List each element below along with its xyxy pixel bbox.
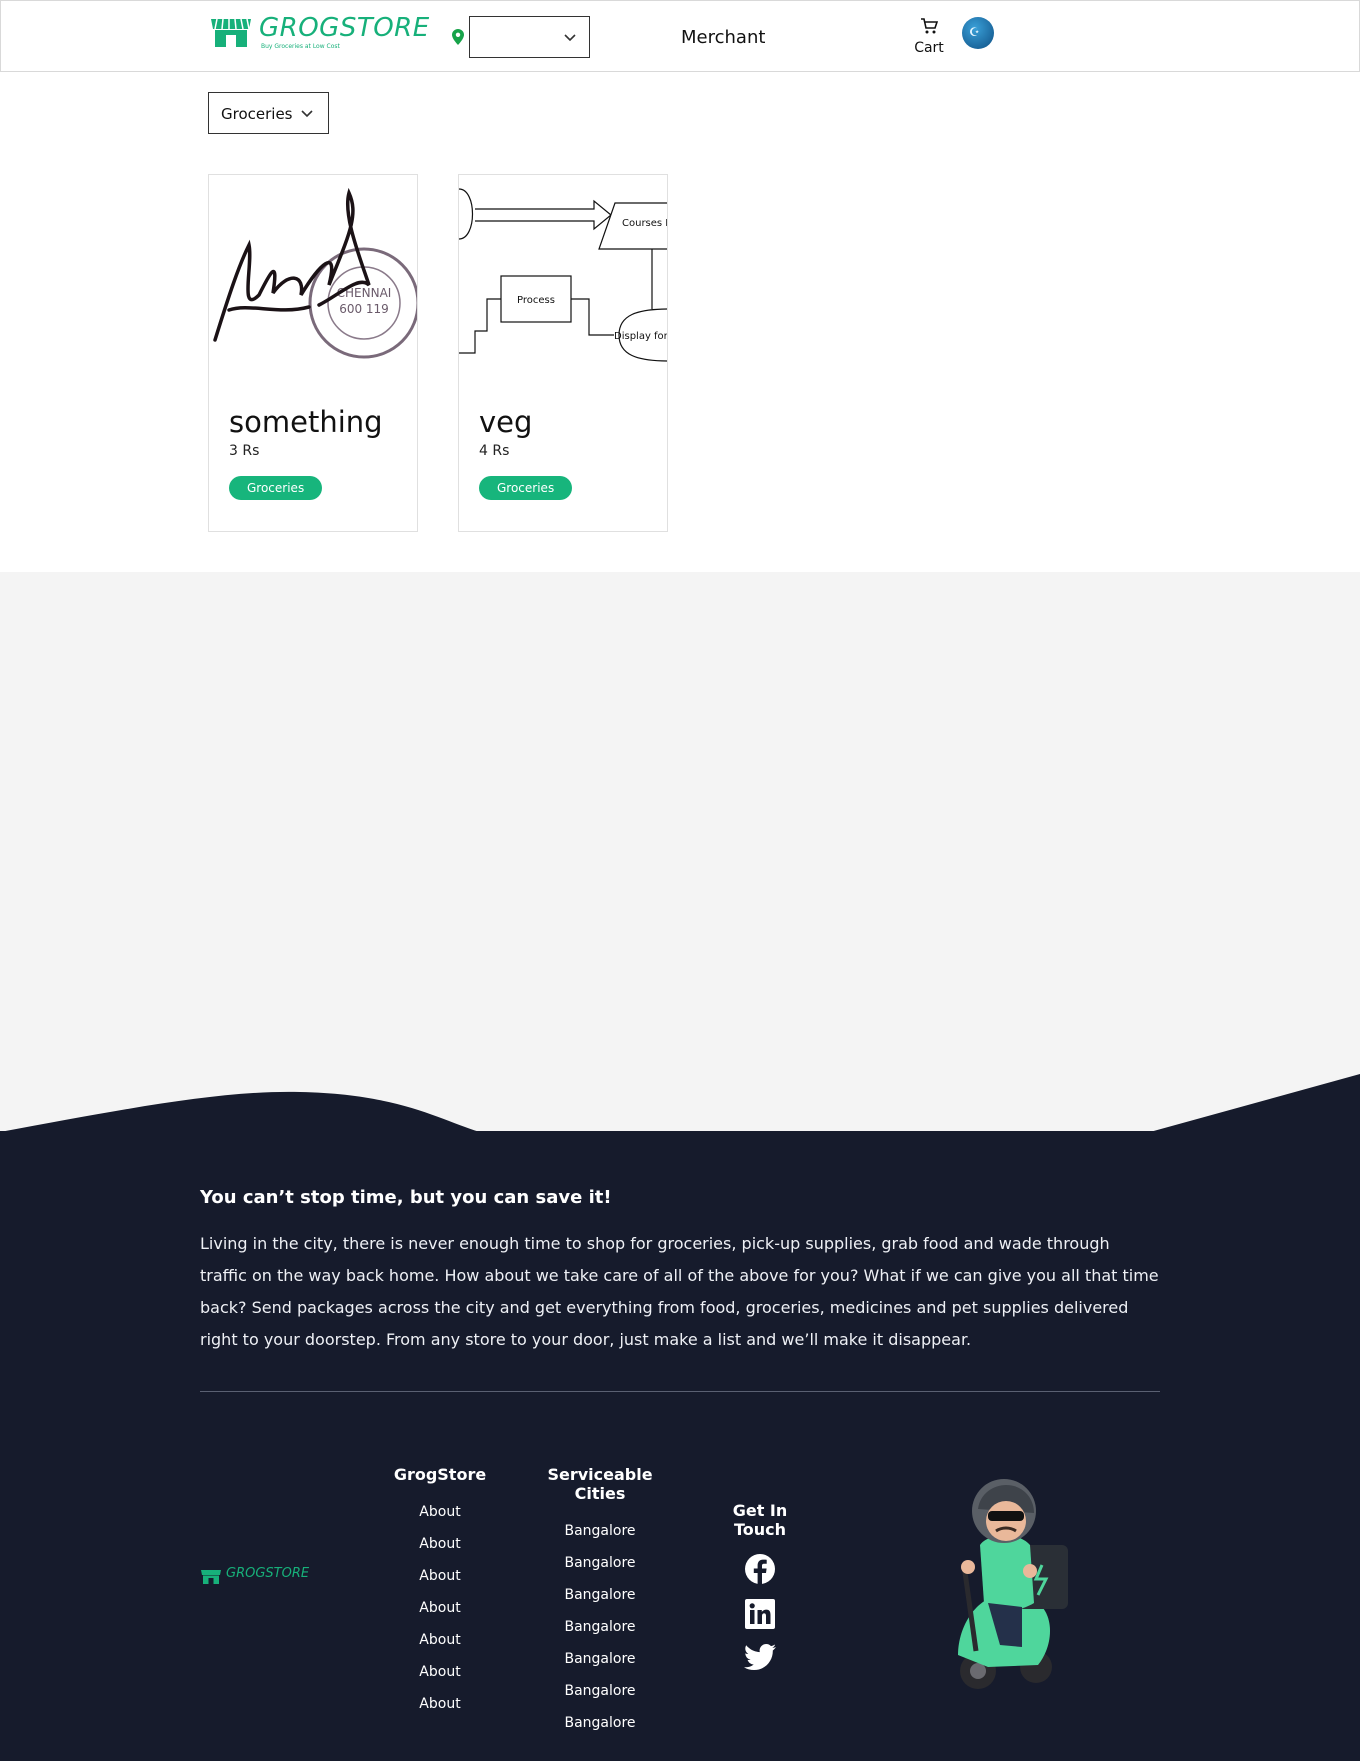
footer-divider (200, 1391, 1160, 1392)
product-name: something (229, 405, 383, 439)
location-pin-icon (452, 29, 464, 45)
footer-column-grogstore: GrogStore About About About About About … (392, 1465, 488, 1720)
footer-link-city[interactable]: Bangalore (528, 1515, 672, 1547)
brand-tagline: Buy Groceries at Low Cost (261, 43, 340, 50)
footer-link-about[interactable]: About (392, 1496, 488, 1528)
footer-link-about[interactable]: About (392, 1592, 488, 1624)
product-price: 4 Rs (479, 443, 510, 459)
signature-stamp-image: CHENNAI 600 119 (213, 187, 417, 359)
grogstore-logo[interactable]: GROGSTORE Buy Groceries at Low Cost (209, 13, 429, 53)
footer-link-about[interactable]: About (392, 1688, 488, 1720)
category-badge[interactable]: Groceries (479, 476, 573, 500)
product-price: 3 Rs (229, 443, 260, 459)
footer-link-city[interactable]: Bangalore (528, 1579, 672, 1611)
twitter-icon[interactable] (744, 1643, 776, 1671)
merchant-link[interactable]: Merchant (681, 27, 765, 48)
user-avatar[interactable]: ☪ (962, 17, 994, 49)
chevron-down-icon (301, 110, 313, 118)
category-badge[interactable]: Groceries (229, 476, 323, 500)
delivery-rider-illustration (958, 1479, 1068, 1689)
diagram-label-process: Process (517, 295, 555, 306)
site-footer: You can’t stop time, but you can save it… (0, 1131, 1360, 1761)
chevron-down-icon (564, 34, 576, 42)
top-navbar: GROGSTORE Buy Groceries at Low Cost Merc… (0, 0, 1360, 72)
footer-link-city[interactable]: Bangalore (528, 1675, 672, 1707)
storefront-icon (211, 18, 251, 47)
footer-link-city[interactable]: Bangalore (528, 1643, 672, 1675)
footer-column-cities: Serviceable Cities Bangalore Bangalore B… (528, 1465, 672, 1739)
footer-link-about[interactable]: About (392, 1656, 488, 1688)
footer-heading: You can’t stop time, but you can save it… (200, 1187, 612, 1208)
stamp-pin: 600 119 (339, 302, 389, 316)
brand-name: GROGSTORE (259, 13, 430, 43)
flowchart-image: Courses Da Process Display for C (459, 188, 667, 362)
product-image: CHENNAI 600 119 (209, 175, 417, 365)
product-card[interactable]: Courses Da Process Display for C veg 4 R… (458, 174, 668, 532)
footer-brand-name: GROGSTORE (226, 1566, 310, 1581)
cart-button[interactable]: Cart (913, 17, 945, 56)
footer-description: Living in the city, there is never enoug… (200, 1234, 1159, 1349)
footer-link-about[interactable]: About (392, 1560, 488, 1592)
cart-label: Cart (914, 40, 944, 56)
footer-logo[interactable]: GROGSTORE (200, 1566, 310, 1590)
product-card[interactable]: CHENNAI 600 119 something 3 Rs Groceries (208, 174, 418, 532)
facebook-icon[interactable] (744, 1553, 776, 1585)
location-select[interactable] (469, 16, 590, 58)
product-name: veg (479, 405, 533, 439)
column-title: GrogStore (393, 1465, 487, 1484)
storefront-icon (201, 1570, 221, 1584)
diagram-label-courses: Courses Da (622, 218, 667, 229)
footer-link-city[interactable]: Bangalore (528, 1611, 672, 1643)
footer-link-city[interactable]: Bangalore (528, 1547, 672, 1579)
footer-link-about[interactable]: About (392, 1528, 488, 1560)
cart-icon (921, 18, 939, 34)
linkedin-icon[interactable] (745, 1599, 775, 1629)
footer-link-city[interactable]: Bangalore (528, 1707, 672, 1739)
empty-content-area (0, 572, 1360, 1132)
column-title: Get In Touch (732, 1501, 788, 1539)
category-select[interactable]: Groceries (208, 92, 329, 134)
column-title: Serviceable Cities (547, 1465, 653, 1503)
footer-link-about[interactable]: About (392, 1624, 488, 1656)
category-select-value: Groceries (221, 105, 293, 123)
product-image: Courses Da Process Display for C (459, 175, 667, 365)
avatar-glyph-icon: ☪ (969, 25, 980, 39)
footer-wave (0, 1074, 1360, 1132)
diagram-label-display: Display for C (614, 331, 667, 342)
footer-column-contact: Get In Touch (706, 1501, 814, 1671)
